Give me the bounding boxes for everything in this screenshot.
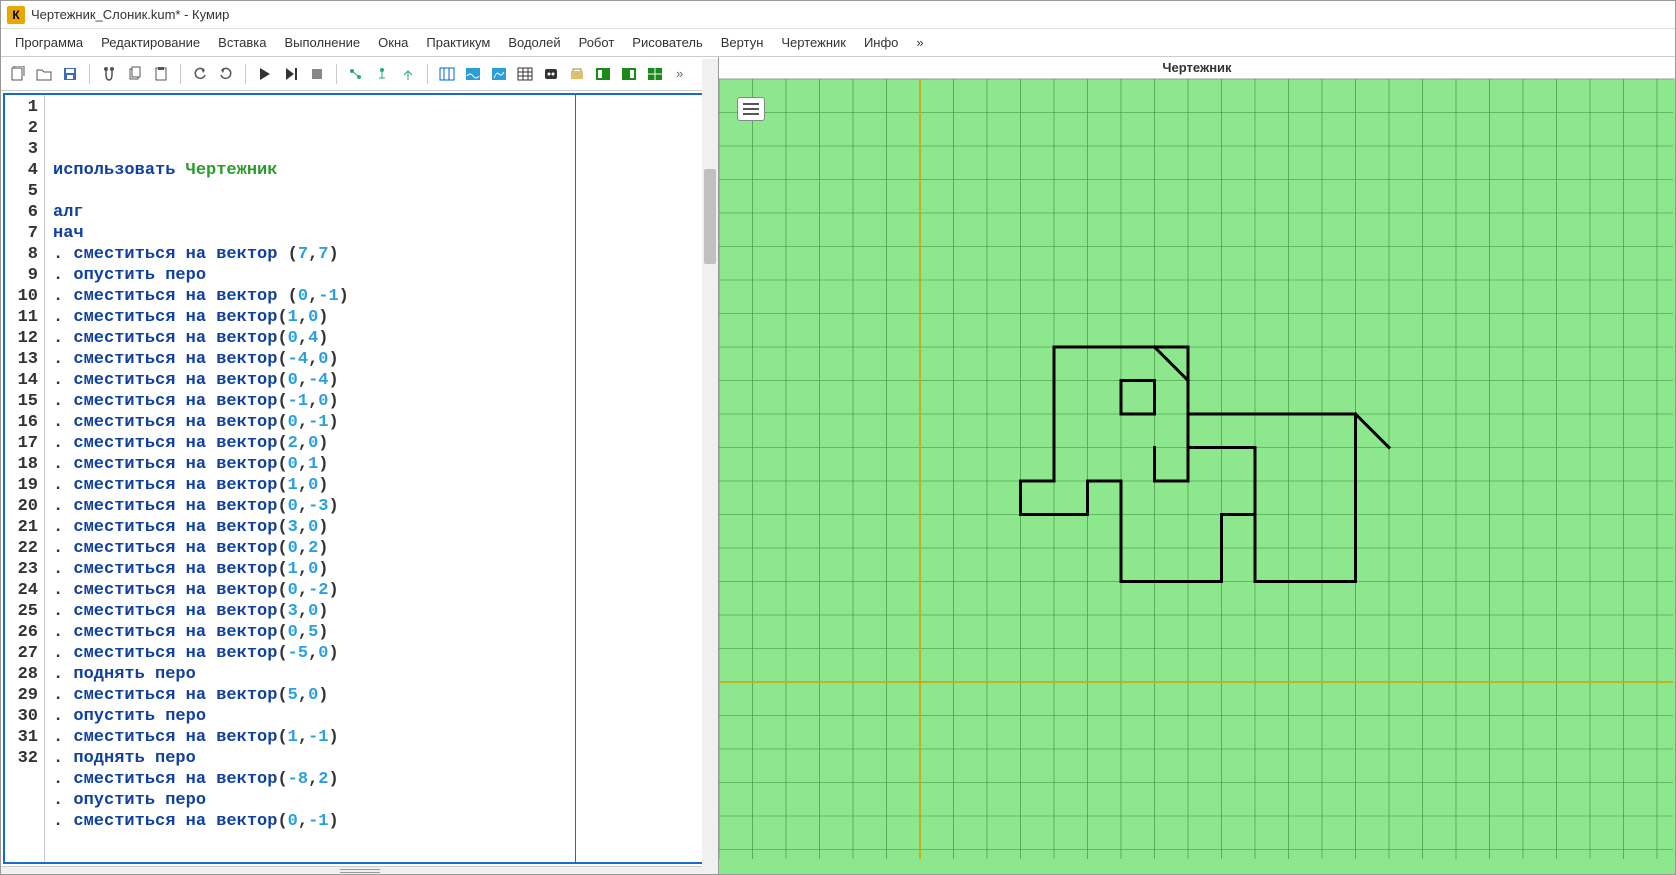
- code-line-5[interactable]: . сместиться на вектор (7,7): [53, 244, 706, 265]
- tool-grid-icon[interactable]: [514, 63, 536, 85]
- window-title: Чертежник_Слоник.kum* - Кумир: [31, 7, 229, 22]
- code-line-29[interactable]: . поднять перо: [53, 748, 706, 769]
- code-line-21[interactable]: . сместиться на вектор(0,-2): [53, 580, 706, 601]
- tool-green2-icon[interactable]: [618, 63, 640, 85]
- code-line-23[interactable]: . сместиться на вектор(0,5): [53, 622, 706, 643]
- editor-scrollbar[interactable]: [702, 59, 718, 872]
- open-file-icon[interactable]: [33, 63, 55, 85]
- code-line-1[interactable]: использовать Чертежник: [53, 160, 706, 181]
- step-icon[interactable]: [345, 63, 367, 85]
- toolbar-separator: [89, 64, 90, 84]
- drawer-title: Чертежник: [719, 57, 1675, 79]
- code-line-7[interactable]: . сместиться на вектор (0,-1): [53, 286, 706, 307]
- stop-icon[interactable]: [306, 63, 328, 85]
- code-line-15[interactable]: . сместиться на вектор(0,1): [53, 454, 706, 475]
- code-area[interactable]: использовать Чертежникалгнач. сместиться…: [45, 95, 714, 862]
- app-icon: К: [7, 6, 25, 24]
- editor-split-line: [575, 95, 576, 862]
- tool-gamepad-icon[interactable]: [540, 63, 562, 85]
- menu-item-12[interactable]: »: [908, 31, 931, 54]
- paste-icon[interactable]: [150, 63, 172, 85]
- code-line-26[interactable]: . сместиться на вектор(5,0): [53, 685, 706, 706]
- menu-item-2[interactable]: Вставка: [210, 31, 274, 54]
- menu-item-4[interactable]: Окна: [370, 31, 416, 54]
- code-line-3[interactable]: алг: [53, 202, 706, 223]
- menu-item-5[interactable]: Практикум: [418, 31, 498, 54]
- step-into-icon[interactable]: [371, 63, 393, 85]
- code-line-19[interactable]: . сместиться на вектор(0,2): [53, 538, 706, 559]
- toolbar-separator: [245, 64, 246, 84]
- redo-icon[interactable]: [215, 63, 237, 85]
- menu-item-11[interactable]: Инфо: [856, 31, 906, 54]
- code-line-9[interactable]: . сместиться на вектор(0,4): [53, 328, 706, 349]
- run-icon[interactable]: [254, 63, 276, 85]
- code-line-25[interactable]: . поднять перо: [53, 664, 706, 685]
- save-file-icon[interactable]: [59, 63, 81, 85]
- code-line-4[interactable]: нач: [53, 223, 706, 244]
- bottom-splitter[interactable]: [1, 866, 718, 874]
- menu-item-9[interactable]: Вертун: [713, 31, 772, 54]
- undo-icon[interactable]: [189, 63, 211, 85]
- cut-icon[interactable]: [98, 63, 120, 85]
- toolbar-overflow[interactable]: »: [670, 66, 689, 81]
- code-line-22[interactable]: . сместиться на вектор(3,0): [53, 601, 706, 622]
- code-line-28[interactable]: . сместиться на вектор(1,-1): [53, 727, 706, 748]
- app-window: К Чертежник_Слоник.kum* - Кумир Программ…: [0, 0, 1676, 875]
- menu-item-10[interactable]: Чертежник: [773, 31, 854, 54]
- code-line-12[interactable]: . сместиться на вектор(-1,0): [53, 391, 706, 412]
- code-line-27[interactable]: . опустить перо: [53, 706, 706, 727]
- menu-item-8[interactable]: Рисователь: [624, 31, 710, 54]
- menu-item-6[interactable]: Водолей: [500, 31, 568, 54]
- toolbar: »: [1, 57, 718, 91]
- code-line-2[interactable]: [53, 181, 706, 202]
- code-line-24[interactable]: . сместиться на вектор(-5,0): [53, 643, 706, 664]
- tool-wave-icon[interactable]: [488, 63, 510, 85]
- code-line-6[interactable]: . опустить перо: [53, 265, 706, 286]
- code-line-31[interactable]: . опустить перо: [53, 790, 706, 811]
- grid-svg: [719, 79, 1673, 859]
- code-line-14[interactable]: . сместиться на вектор(2,0): [53, 433, 706, 454]
- tool-paint-icon[interactable]: [566, 63, 588, 85]
- step-out-icon[interactable]: [397, 63, 419, 85]
- code-line-8[interactable]: . сместиться на вектор(1,0): [53, 307, 706, 328]
- toolbar-separator: [427, 64, 428, 84]
- run-to-end-icon[interactable]: [280, 63, 302, 85]
- tool-columns-icon[interactable]: [436, 63, 458, 85]
- menu-item-0[interactable]: Программа: [7, 31, 91, 54]
- drawer-pane: Чертежник: [719, 57, 1675, 874]
- new-file-icon[interactable]: [7, 63, 29, 85]
- menu-item-1[interactable]: Редактирование: [93, 31, 208, 54]
- main-area: » 12345678910111213141516171819202122232…: [1, 57, 1675, 874]
- code-line-11[interactable]: . сместиться на вектор(0,-4): [53, 370, 706, 391]
- canvas-menu-button[interactable]: [737, 97, 765, 121]
- toolbar-separator: [336, 64, 337, 84]
- toolbar-separator: [180, 64, 181, 84]
- menu-item-3[interactable]: Выполнение: [276, 31, 368, 54]
- code-line-17[interactable]: . сместиться на вектор(0,-3): [53, 496, 706, 517]
- canvas[interactable]: [719, 79, 1675, 874]
- scrollbar-thumb[interactable]: [704, 169, 716, 264]
- line-gutter: 1234567891011121314151617181920212223242…: [5, 95, 45, 862]
- tool-green3-icon[interactable]: [644, 63, 666, 85]
- editor-pane: » 12345678910111213141516171819202122232…: [1, 57, 719, 874]
- titlebar: К Чертежник_Слоник.kum* - Кумир: [1, 1, 1675, 29]
- editor[interactable]: 1234567891011121314151617181920212223242…: [3, 93, 716, 864]
- code-line-32[interactable]: . сместиться на вектор(0,-1): [53, 811, 706, 832]
- code-line-16[interactable]: . сместиться на вектор(1,0): [53, 475, 706, 496]
- tool-water-icon[interactable]: [462, 63, 484, 85]
- code-line-18[interactable]: . сместиться на вектор(3,0): [53, 517, 706, 538]
- copy-icon[interactable]: [124, 63, 146, 85]
- code-line-10[interactable]: . сместиться на вектор(-4,0): [53, 349, 706, 370]
- code-line-13[interactable]: . сместиться на вектор(0,-1): [53, 412, 706, 433]
- menubar: ПрограммаРедактированиеВставкаВыполнение…: [1, 29, 1675, 57]
- menu-item-7[interactable]: Робот: [571, 31, 623, 54]
- code-line-20[interactable]: . сместиться на вектор(1,0): [53, 559, 706, 580]
- tool-green1-icon[interactable]: [592, 63, 614, 85]
- code-line-30[interactable]: . сместиться на вектор(-8,2): [53, 769, 706, 790]
